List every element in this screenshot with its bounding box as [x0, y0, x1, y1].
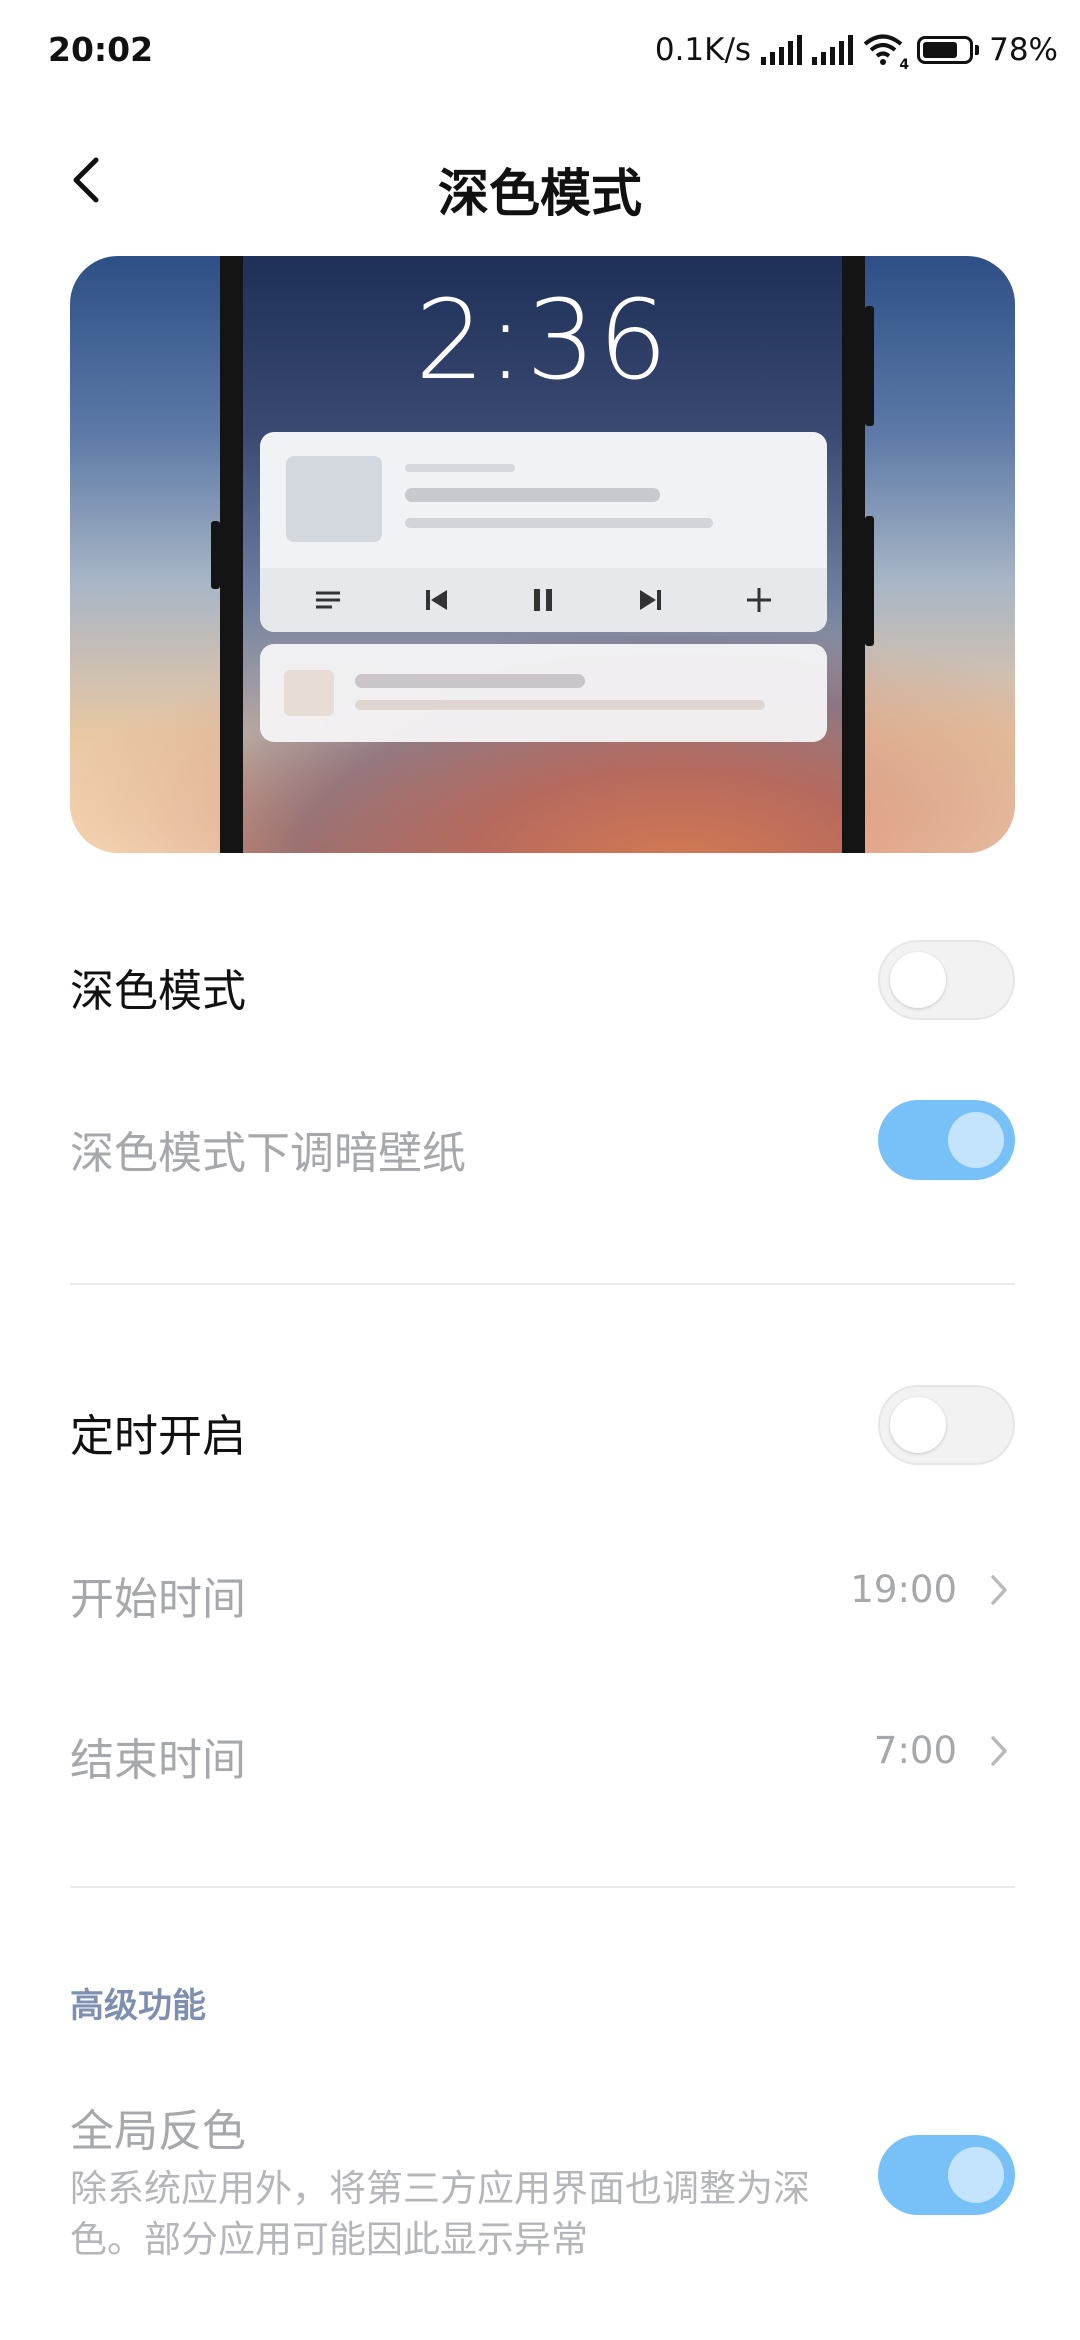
dark-mode-preview: 2:36: [70, 256, 1015, 853]
app-header: 深色模式: [0, 120, 1080, 240]
album-art: [286, 456, 382, 542]
status-icons: 0.1K/s 4 78%: [654, 28, 1058, 73]
wifi-badge: 4: [899, 57, 910, 73]
wifi-icon: 4: [863, 33, 909, 73]
setting-dim-wallpaper[interactable]: 深色模式下调暗壁纸: [70, 1097, 1015, 1187]
start-time-value: 19:00: [850, 1568, 957, 1611]
dim-wallpaper-toggle[interactable]: [878, 1100, 1015, 1180]
page-title: 深色模式: [437, 165, 642, 224]
setting-start-time[interactable]: 开始时间 19:00: [70, 1543, 1015, 1633]
phone-screen: 2:36: [243, 256, 842, 853]
setting-dark-mode[interactable]: 深色模式: [70, 935, 1015, 1025]
notification-card: [260, 644, 827, 742]
plus-icon: [742, 583, 776, 617]
next-icon: [634, 583, 668, 617]
divider: [70, 1283, 1015, 1285]
status-time: 20:02: [48, 30, 154, 69]
section-header-advanced: 高级功能: [70, 1986, 206, 2026]
start-time-label: 开始时间: [70, 1574, 246, 1625]
signal-icon: [761, 35, 803, 65]
media-controls: [260, 568, 827, 632]
schedule-label: 定时开启: [70, 1411, 246, 1462]
dim-wallpaper-label: 深色模式下调暗壁纸: [70, 1128, 466, 1179]
setting-end-time[interactable]: 结束时间 7:00: [70, 1704, 1015, 1794]
status-bar: 20:02 0.1K/s 4 78%: [0, 0, 1080, 100]
media-notification: [260, 432, 827, 632]
dark-mode-toggle[interactable]: [878, 940, 1015, 1020]
pause-icon: [526, 583, 560, 617]
battery-percent: 78%: [989, 32, 1058, 68]
global-invert-label: 全局反色: [70, 2106, 246, 2157]
end-time-value: 7:00: [873, 1729, 957, 1772]
dark-mode-label: 深色模式: [70, 966, 246, 1017]
schedule-toggle[interactable]: [878, 1385, 1015, 1465]
divider: [70, 1886, 1015, 1888]
network-speed: 0.1K/s: [654, 32, 752, 68]
signal-icon: [812, 35, 854, 65]
setting-schedule[interactable]: 定时开启: [70, 1380, 1015, 1470]
list-icon: [311, 583, 345, 617]
previous-icon: [419, 583, 453, 617]
phone-mockup: 2:36: [211, 256, 874, 853]
lockscreen-clock: 2:36: [414, 276, 671, 404]
global-invert-toggle[interactable]: [878, 2135, 1015, 2215]
setting-global-invert[interactable]: 全局反色 除系统应用外，将第三方应用界面也调整为深色。部分应用可能因此显示异常: [70, 2095, 1015, 2275]
battery-icon: [917, 36, 980, 64]
chevron-right-icon: [981, 1726, 1015, 1776]
global-invert-description: 除系统应用外，将第三方应用界面也调整为深色。部分应用可能因此显示异常: [70, 2167, 810, 2261]
end-time-label: 结束时间: [70, 1735, 246, 1786]
chevron-right-icon: [981, 1565, 1015, 1615]
